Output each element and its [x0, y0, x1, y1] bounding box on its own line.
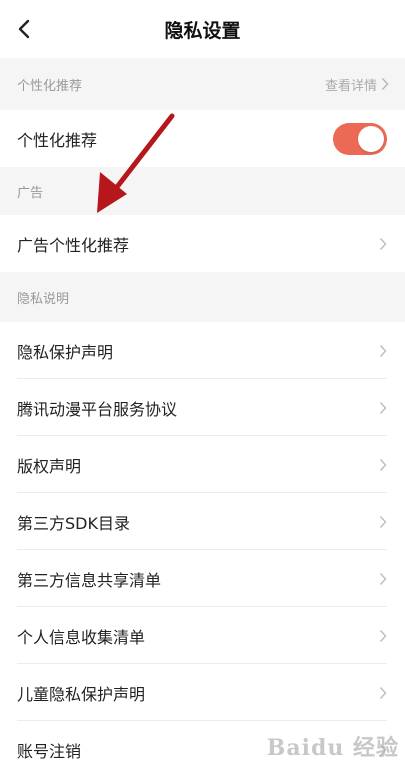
- section-label: 个性化推荐: [17, 78, 83, 94]
- personalization-toggle-row: 个性化推荐: [0, 110, 405, 167]
- personalization-toggle[interactable]: [333, 122, 387, 155]
- chevron-right-icon: [379, 686, 387, 699]
- list-item-account-deletion[interactable]: 账号注销: [0, 721, 405, 778]
- list-item-children-privacy[interactable]: 儿童隐私保护声明: [0, 664, 405, 721]
- ad-personalization-row[interactable]: 广告个性化推荐: [0, 215, 405, 272]
- section-header-ads: 广告: [0, 167, 405, 215]
- list-item-info-sharing[interactable]: 第三方信息共享清单: [0, 550, 405, 607]
- row-label: 第三方SDK目录: [17, 513, 130, 533]
- section-label: 广告: [17, 185, 44, 201]
- list-item-sdk-directory[interactable]: 第三方SDK目录: [0, 493, 405, 550]
- row-label: 儿童隐私保护声明: [17, 684, 146, 704]
- section-header-personalization: 个性化推荐 查看详情: [0, 58, 405, 110]
- row-label: 个人信息收集清单: [17, 627, 146, 647]
- back-button[interactable]: [8, 13, 40, 45]
- toggle-knob: [358, 125, 384, 152]
- chevron-right-icon: [379, 237, 387, 250]
- row-label: 个性化推荐: [17, 130, 98, 150]
- chevron-right-icon: [379, 515, 387, 528]
- section-label: 隐私说明: [17, 291, 70, 307]
- list-item-copyright[interactable]: 版权声明: [0, 436, 405, 493]
- row-label: 第三方信息共享清单: [17, 570, 162, 590]
- privacy-list: 隐私保护声明 腾讯动漫平台服务协议 版权声明 第三方SDK目录 第三方信息共享清…: [0, 322, 405, 778]
- row-label: 账号注销: [17, 741, 82, 761]
- row-label: 版权声明: [17, 456, 82, 476]
- chevron-right-icon: [379, 572, 387, 585]
- chevron-right-icon: [379, 401, 387, 414]
- view-details-link[interactable]: 查看详情: [325, 75, 389, 94]
- chevron-right-icon: [379, 743, 387, 756]
- page-title: 隐私设置: [164, 19, 241, 42]
- chevron-right-icon: [379, 458, 387, 471]
- list-item-info-collection[interactable]: 个人信息收集清单: [0, 607, 405, 664]
- chevron-left-icon: [18, 19, 30, 39]
- chevron-right-icon: [379, 629, 387, 642]
- list-item-privacy-statement[interactable]: 隐私保护声明: [0, 322, 405, 379]
- row-label: 隐私保护声明: [17, 342, 114, 362]
- section-header-privacy: 隐私说明: [0, 272, 405, 322]
- chevron-right-icon: [379, 344, 387, 357]
- row-label: 腾讯动漫平台服务协议: [17, 399, 178, 419]
- list-item-service-agreement[interactable]: 腾讯动漫平台服务协议: [0, 379, 405, 436]
- app-header: 隐私设置: [0, 0, 405, 58]
- row-label: 广告个性化推荐: [17, 235, 130, 255]
- chevron-right-icon: [381, 78, 389, 90]
- view-details-label: 查看详情: [324, 78, 377, 94]
